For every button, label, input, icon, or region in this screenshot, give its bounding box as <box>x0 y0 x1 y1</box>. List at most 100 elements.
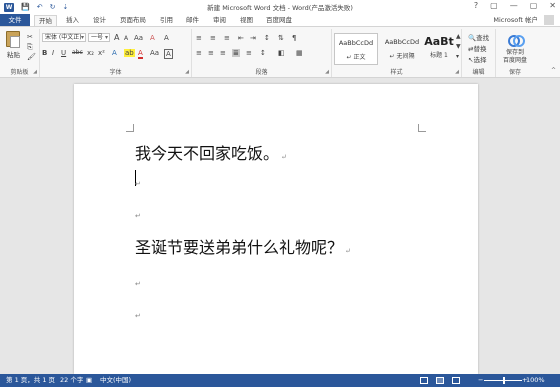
italic-button[interactable]: I <box>52 49 54 57</box>
paragraph[interactable]: 圣诞节要送弟弟什么礼物呢？ ↵ <box>135 234 351 258</box>
copy-icon[interactable]: ⎘ <box>27 43 33 51</box>
numbering-icon[interactable]: ≡ <box>210 34 216 42</box>
paragraph-mark: ↵ <box>135 312 141 320</box>
account-name[interactable]: Microsoft 帐户 <box>493 15 538 26</box>
help-icon[interactable]: ? <box>474 1 478 10</box>
select-label: 选择 <box>473 56 487 64</box>
enclose-char-icon[interactable]: A <box>164 49 173 59</box>
minimize-button[interactable]: — <box>510 1 518 10</box>
shrink-font-icon[interactable]: A <box>124 35 128 43</box>
chinese-layout-icon[interactable]: ↕ <box>264 34 270 42</box>
subscript-button[interactable]: x₂ <box>87 49 94 57</box>
styles-more-icon[interactable]: ▾ <box>456 53 459 61</box>
vertical-scrollbar[interactable] <box>552 78 560 374</box>
print-layout-icon[interactable] <box>436 377 444 384</box>
font-color-icon[interactable]: A <box>138 49 143 59</box>
format-painter-icon[interactable]: 🖌 <box>27 53 36 61</box>
group-label-styles: 样式 <box>390 69 403 76</box>
paste-icon[interactable] <box>6 31 20 48</box>
styles-scroll-up-icon[interactable]: ▲ <box>456 33 461 41</box>
ribbon-display-icon[interactable]: ▢ <box>490 1 498 10</box>
paragraph-mark: ↵ <box>135 212 141 220</box>
baidu-cloud-icon[interactable] <box>508 33 525 47</box>
page-count[interactable]: 第 1 页，共 1 页 <box>6 374 55 387</box>
grow-font-icon[interactable]: A <box>114 34 119 42</box>
decrease-indent-icon[interactable]: ⇤ <box>238 34 244 42</box>
avatar[interactable] <box>544 15 554 25</box>
save-to-button[interactable]: 保存到 <box>496 49 534 57</box>
style-no-spacing[interactable]: AaBbCcDd ↵ 无间隔 <box>380 33 424 65</box>
tab-layout[interactable]: 页面布局 <box>120 15 146 26</box>
group-font: 宋体 (中文正) 一号 A A Aa A A B I U abc x₂ x² A… <box>40 29 192 77</box>
styles-scroll-down-icon[interactable]: ▼ <box>456 43 461 51</box>
align-center-icon[interactable]: ≡ <box>208 49 214 57</box>
sort-icon[interactable]: ⇅ <box>278 34 284 42</box>
superscript-button[interactable]: x² <box>98 49 105 57</box>
multilevel-list-icon[interactable]: ≡ <box>224 34 230 42</box>
change-case-icon[interactable]: Aa <box>134 34 143 42</box>
crop-mark-top-left <box>126 124 134 132</box>
close-button[interactable]: ✕ <box>549 1 556 10</box>
tab-view[interactable]: 视图 <box>240 15 253 26</box>
language-indicator[interactable]: 中文(中国) <box>100 374 131 387</box>
underline-button[interactable]: U <box>61 49 66 57</box>
read-mode-icon[interactable] <box>420 377 428 384</box>
highlight-icon[interactable]: ab <box>124 49 135 57</box>
proofing-icon[interactable]: ▣ <box>86 374 92 387</box>
maximize-button[interactable]: ▢ <box>530 1 538 10</box>
tab-design[interactable]: 设计 <box>93 15 106 26</box>
shading-icon[interactable]: ◧ <box>278 49 285 57</box>
tab-home[interactable]: 开始 <box>34 15 57 26</box>
tab-review[interactable]: 审阅 <box>213 15 226 26</box>
char-shading-icon[interactable]: Aa <box>150 49 159 57</box>
increase-indent-icon[interactable]: ⇥ <box>250 34 256 42</box>
justify-icon[interactable]: ≣ <box>232 49 240 57</box>
strikethrough-button[interactable]: abc <box>72 49 83 57</box>
style-normal[interactable]: AaBbCcDd ↵ 正文 <box>334 33 378 65</box>
align-left-icon[interactable]: ≡ <box>196 49 202 57</box>
style-sample: AaBbCcDd <box>384 38 420 46</box>
paragraph[interactable]: 我今天不回家吃饭。 ↵ <box>135 140 287 164</box>
zoom-slider-thumb[interactable] <box>503 377 505 384</box>
phonetic-guide-icon[interactable]: A <box>164 34 169 42</box>
text-effects-icon[interactable]: A <box>112 49 117 57</box>
font-size-select[interactable]: 一号 <box>88 33 110 42</box>
style-name: 标题 1 <box>430 52 448 59</box>
dialog-launcher-icon[interactable]: ◢ <box>455 69 459 75</box>
title-bar: W 💾 ↶ ↻ ⇣ 新建 Microsoft Word 文档 - Word(产品… <box>0 0 560 14</box>
group-label-font: 字体 <box>109 69 122 76</box>
group-save: 保存到 百度网盘 保存 <box>496 29 527 77</box>
zoom-level[interactable]: 100% <box>526 374 545 387</box>
word-count[interactable]: 22 个字 <box>60 374 83 387</box>
borders-icon[interactable]: ▦ <box>296 49 303 57</box>
show-marks-icon[interactable]: ¶ <box>292 34 296 42</box>
tab-file[interactable]: 文件 <box>0 14 30 26</box>
save-to-baidu-button[interactable]: 百度网盘 <box>496 57 534 65</box>
distributed-icon[interactable]: ≡ <box>246 49 252 57</box>
zoom-out-icon[interactable]: − <box>478 374 483 387</box>
web-layout-icon[interactable] <box>452 377 460 384</box>
replace-button[interactable]: ⇄替换 <box>468 43 486 53</box>
dialog-launcher-icon[interactable]: ◢ <box>325 69 329 75</box>
find-button[interactable]: 🔍查找 <box>468 32 489 42</box>
line-spacing-icon[interactable]: ↕ <box>260 49 266 57</box>
bold-button[interactable]: B <box>42 49 47 57</box>
paste-button[interactable]: 粘贴 <box>7 51 20 59</box>
select-button[interactable]: ↖选择 <box>468 54 486 64</box>
collapse-ribbon-icon[interactable]: ^ <box>551 67 556 74</box>
align-right-icon[interactable]: ≡ <box>220 49 226 57</box>
document-page[interactable]: 我今天不回家吃饭。 ↵ ↵ ↵ 圣诞节要送弟弟什么礼物呢？ ↵ ↵ ↵ <box>74 84 478 374</box>
tab-references[interactable]: 引用 <box>160 15 173 26</box>
style-heading-1[interactable]: AaBt 标题 1 <box>424 33 454 65</box>
tab-mailings[interactable]: 邮件 <box>186 15 199 26</box>
font-name-select[interactable]: 宋体 (中文正) <box>42 33 86 42</box>
ribbon: 粘贴 ✂ ⎘ 🖌 剪贴板 ◢ 宋体 (中文正) 一号 A A Aa A A B … <box>0 26 560 78</box>
group-styles: AaBbCcDd ↵ 正文 AaBbCcDd ↵ 无间隔 AaBt 标题 1 ▲… <box>332 29 462 77</box>
tab-baidu-netdisk[interactable]: 百度网盘 <box>266 15 292 26</box>
tab-insert[interactable]: 插入 <box>66 15 79 26</box>
dialog-launcher-icon[interactable]: ◢ <box>185 69 189 75</box>
dialog-launcher-icon[interactable]: ◢ <box>33 69 37 75</box>
bullets-icon[interactable]: ≡ <box>196 34 202 42</box>
clear-format-icon[interactable]: A <box>150 34 155 42</box>
cut-icon[interactable]: ✂ <box>27 33 33 41</box>
